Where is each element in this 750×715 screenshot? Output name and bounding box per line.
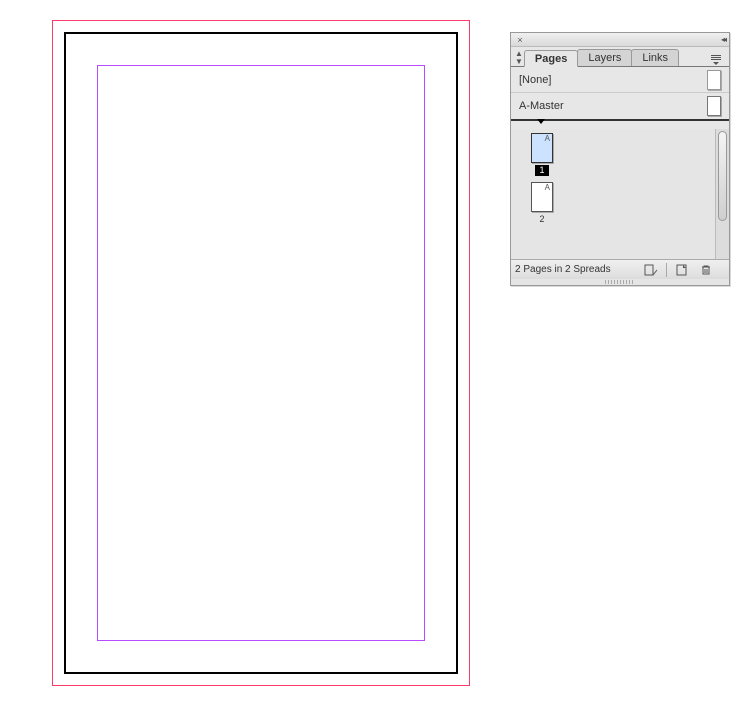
page-number: 2 xyxy=(539,214,544,224)
page-thumb-1[interactable]: A 1 xyxy=(525,133,559,176)
panel-statusbar: 2 Pages in 2 Spreads xyxy=(511,259,729,279)
pages-panel: × ◂◂ ▲▼ Pages Layers Links [None] A-Mast… xyxy=(510,32,730,286)
margin-guide xyxy=(97,65,425,641)
document-canvas[interactable] xyxy=(52,20,470,686)
panel-resize-grip[interactable] xyxy=(511,279,729,285)
pages-scrollbar[interactable] xyxy=(715,129,729,259)
separator xyxy=(666,263,667,277)
master-label: A-Master xyxy=(519,100,707,112)
page-thumb[interactable]: A xyxy=(531,133,553,163)
tab-links[interactable]: Links xyxy=(631,49,679,66)
masters-section: [None] A-Master xyxy=(511,67,729,121)
collapse-icon[interactable]: ◂◂ xyxy=(721,35,725,44)
new-page-button[interactable] xyxy=(673,262,691,278)
tab-layers[interactable]: Layers xyxy=(577,49,632,66)
status-text: 2 Pages in 2 Spreads xyxy=(515,264,611,275)
close-icon[interactable]: × xyxy=(515,35,525,45)
pages-list[interactable]: A 1 A 2 xyxy=(511,129,715,259)
page-size-icon xyxy=(644,264,658,276)
edit-page-size-button[interactable] xyxy=(642,262,660,278)
trash-icon xyxy=(699,264,713,276)
new-page-icon xyxy=(675,264,689,276)
tab-pages[interactable]: Pages xyxy=(524,50,578,67)
tab-resize-icon[interactable]: ▲▼ xyxy=(515,50,523,66)
flyout-menu-icon xyxy=(711,55,723,65)
grip-icon xyxy=(605,280,635,284)
panel-flyout-menu[interactable] xyxy=(709,54,725,66)
master-row-amaster[interactable]: A-Master xyxy=(511,93,729,119)
page-thumb-2[interactable]: A 2 xyxy=(525,182,559,224)
master-amaster-thumb[interactable] xyxy=(707,96,721,116)
panel-titlebar[interactable]: × ◂◂ xyxy=(511,33,729,47)
pages-viewport: A 1 A 2 xyxy=(511,129,729,259)
master-row-none[interactable]: [None] xyxy=(511,67,729,93)
page-thumb[interactable]: A xyxy=(531,182,553,212)
spread-start-indicator-icon xyxy=(511,121,729,129)
master-label: [None] xyxy=(519,74,707,86)
panel-tabs: ▲▼ Pages Layers Links xyxy=(511,47,729,67)
delete-page-button[interactable] xyxy=(697,262,715,278)
page-number-badge: 1 xyxy=(535,165,548,176)
scrollbar-thumb[interactable] xyxy=(718,131,727,221)
master-none-thumb[interactable] xyxy=(707,70,721,90)
